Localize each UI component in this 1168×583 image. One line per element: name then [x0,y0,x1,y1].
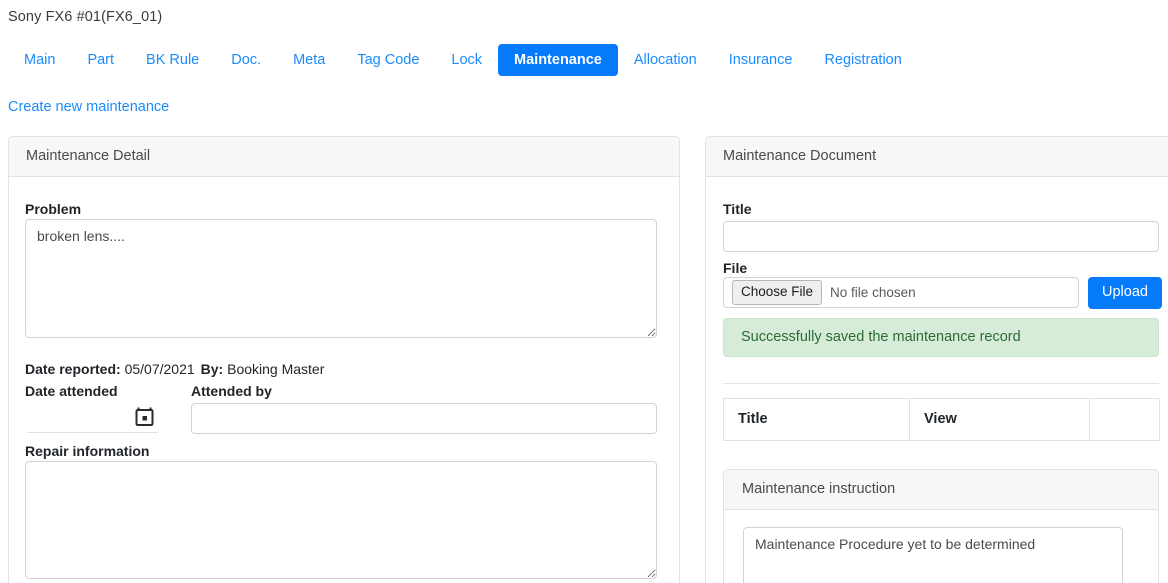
date-reported-value: 05/07/2021 [124,361,195,377]
document-file-label: File [723,260,748,276]
date-attended-field[interactable] [25,401,160,433]
tab-tag-code[interactable]: Tag Code [341,44,435,76]
report-meta-line: Date reported: 05/07/2021 By: Booking Mas… [25,361,324,377]
tab-part[interactable]: Part [71,44,130,76]
maintenance-instruction-card-title: Maintenance instruction [724,470,1158,511]
tab-allocation[interactable]: Allocation [618,44,713,76]
attended-by-label: Attended by [191,383,272,399]
table-header-view: View [909,397,1090,442]
tab-main[interactable]: Main [8,44,71,76]
tab-bar: Main Part BK Rule Doc. Meta Tag Code Loc… [8,43,918,77]
tab-bk-rule[interactable]: BK Rule [130,44,215,76]
tab-maintenance[interactable]: Maintenance [498,43,618,77]
file-input[interactable]: Choose File No file chosen [723,277,1079,308]
tab-doc[interactable]: Doc. [215,44,277,76]
maintenance-detail-card-title: Maintenance Detail [9,137,679,178]
tab-lock[interactable]: Lock [435,44,498,76]
table-header-actions [1089,397,1160,442]
repair-information-textarea[interactable] [25,461,657,579]
section-divider [723,383,1159,384]
date-reported-label: Date reported: [25,361,121,377]
date-attended-label: Date attended [25,383,118,399]
calendar-icon[interactable] [135,407,154,426]
reported-by-value: Booking Master [227,361,325,377]
tab-registration[interactable]: Registration [808,44,917,76]
maintenance-instruction-textarea[interactable]: Maintenance Procedure yet to be determin… [743,527,1123,583]
problem-textarea[interactable]: broken lens.... [25,219,657,338]
table-header-title: Title [723,397,910,442]
maintenance-document-table: Title View [723,397,1160,442]
file-status-text: No file chosen [830,285,916,300]
maintenance-instruction-card: Maintenance instruction Maintenance Proc… [723,469,1159,583]
repair-information-label: Repair information [25,443,150,459]
maintenance-document-card-title: Maintenance Document [706,137,1168,178]
success-alert: Successfully saved the maintenance recor… [723,318,1159,357]
create-new-maintenance-link[interactable]: Create new maintenance [8,99,169,115]
file-upload-row: Choose File No file chosen Upload [723,277,1162,309]
reported-by-label: By: [200,361,224,377]
tab-meta[interactable]: Meta [277,44,341,76]
tab-insurance[interactable]: Insurance [713,44,809,76]
page-title: Sony FX6 #01(FX6_01) [8,9,163,25]
attended-by-input[interactable] [191,403,657,434]
maintenance-page: Sony FX6 #01(FX6_01) Main Part BK Rule D… [0,0,1168,583]
upload-button[interactable]: Upload [1088,277,1162,309]
document-title-input[interactable] [723,221,1159,252]
problem-label: Problem [25,201,82,217]
choose-file-button[interactable]: Choose File [732,280,823,305]
document-title-label: Title [723,201,752,217]
table-header-row: Title View [723,397,1160,442]
